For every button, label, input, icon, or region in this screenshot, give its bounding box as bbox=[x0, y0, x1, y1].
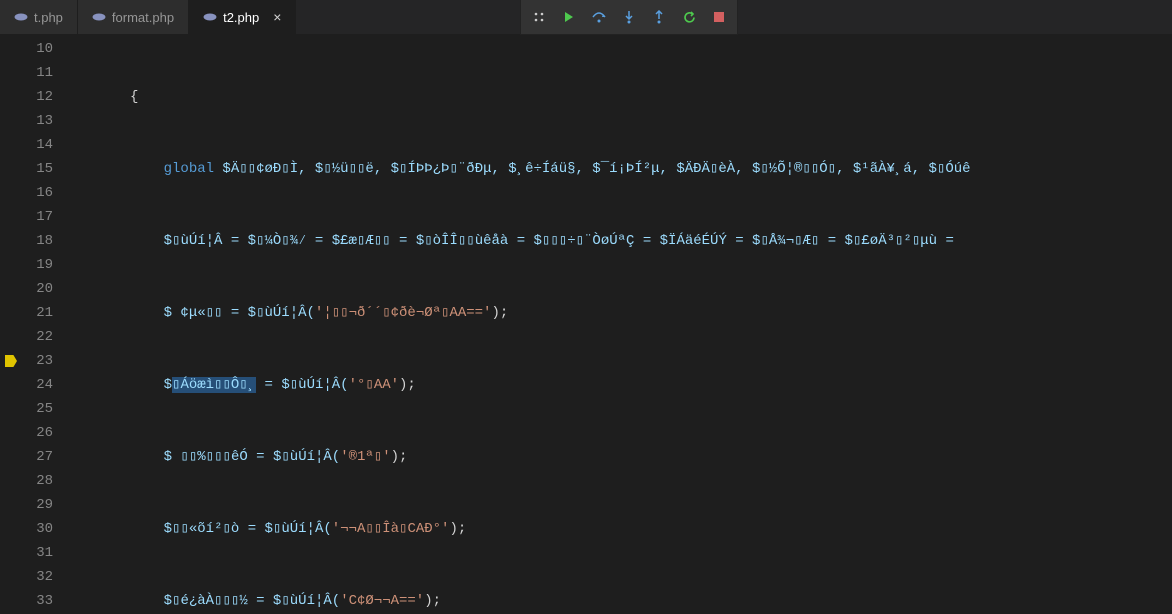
line-gutter: 101112 131415 161718 192021 2223 242526 … bbox=[0, 35, 75, 614]
continue-button[interactable] bbox=[561, 9, 577, 25]
stop-button[interactable] bbox=[711, 9, 727, 25]
step-out-button[interactable] bbox=[651, 9, 667, 25]
tab-t2-php[interactable]: t2.php × bbox=[189, 0, 296, 34]
step-over-button[interactable] bbox=[591, 9, 607, 25]
php-icon bbox=[92, 10, 106, 24]
tab-format-php[interactable]: format.php bbox=[78, 0, 189, 34]
drag-handle-icon[interactable] bbox=[531, 9, 547, 25]
tab-label: format.php bbox=[112, 10, 174, 25]
debug-toolbar bbox=[520, 0, 738, 35]
step-into-button[interactable] bbox=[621, 9, 637, 25]
close-icon[interactable]: × bbox=[273, 9, 281, 25]
code-area[interactable]: { global $Ä▯▯¢øÐ▯Ì, $▯½ü▯▯ë, $▯ÍÞÞ¿Þ▯¨ðÐ… bbox=[75, 35, 1172, 614]
php-icon bbox=[203, 10, 217, 24]
tab-label: t2.php bbox=[223, 10, 259, 25]
code-editor[interactable]: 101112 131415 161718 192021 2223 242526 … bbox=[0, 35, 1172, 614]
tab-label: t.php bbox=[34, 10, 63, 25]
restart-button[interactable] bbox=[681, 9, 697, 25]
breakpoint-icon[interactable] bbox=[5, 355, 17, 367]
php-icon bbox=[14, 10, 28, 24]
tab-t-php[interactable]: t.php bbox=[0, 0, 78, 34]
